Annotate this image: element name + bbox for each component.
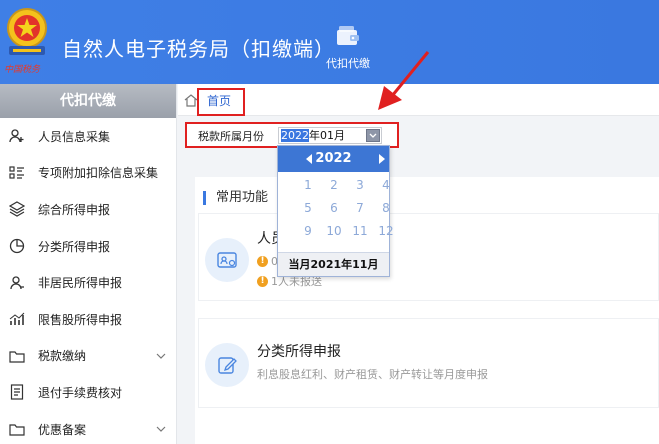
sidebar-item-label: 专项附加扣除信息采集: [38, 166, 159, 181]
sidebar-item-nonresident-income[interactable]: 非居民所得申报: [0, 264, 176, 301]
sidebar-item-label: 税款缴纳: [38, 349, 87, 364]
sidebar: 代扣代缴 人员信息采集 专项附加扣除信息采集 综合所得申报 分类所得申报 非居民…: [0, 84, 177, 444]
edit-icon: [218, 357, 237, 374]
tax-period-month: 年01月: [309, 129, 345, 142]
sidebar-item-label: 限售股所得申报: [38, 312, 123, 327]
personnel-info-card[interactable]: 人员 ! 0 ! 1人未报送: [198, 213, 659, 301]
warning-icon: !: [257, 256, 268, 267]
sidebar-item-personnel-info[interactable]: 人员信息采集: [0, 118, 176, 155]
warning-icon: !: [257, 275, 268, 287]
sidebar-item-refund-fee[interactable]: 退付手续费核对: [0, 374, 176, 411]
picker-month[interactable]: 3: [348, 178, 372, 192]
app-window: 中国税务 自然人电子税务局（扣缴端） 代扣代缴 代扣代缴 人员信息采集 专项附加…: [0, 0, 659, 444]
tax-period-label: 税款所属月份: [198, 130, 264, 143]
picker-month[interactable]: 8: [374, 201, 398, 215]
person-icon: [10, 276, 24, 289]
sidebar-item-classified-income[interactable]: 分类所得申报: [0, 228, 176, 265]
tax-period-year-selected: 2022: [281, 129, 309, 142]
pie-chart-icon: [9, 238, 25, 254]
emblem-motto: 中国税务: [4, 65, 41, 75]
card-description: 利息股息红利、财产租赁、财产转让等月度申报: [257, 368, 488, 381]
chevron-down-icon: [369, 133, 377, 138]
sidebar-item-label: 退付手续费核对: [38, 385, 123, 400]
home-icon[interactable]: [184, 93, 198, 107]
card-icon-bg: [205, 238, 249, 282]
tax-period-input[interactable]: 2022年01月: [278, 127, 382, 144]
annotation-arrow-icon: [378, 51, 430, 110]
picker-month[interactable]: 9: [296, 224, 320, 238]
panel-title: 常用功能: [203, 191, 268, 205]
picker-month[interactable]: 2: [322, 178, 346, 192]
layers-icon: [9, 201, 25, 218]
tax-emblem-icon: [7, 8, 47, 55]
picker-month[interactable]: 12: [374, 224, 398, 238]
sidebar-item-tax-payment[interactable]: 税款缴纳: [0, 338, 176, 375]
folder-icon: [9, 351, 25, 363]
folder-icon: [9, 424, 25, 436]
top-header: 中国税务 自然人电子税务局（扣缴端） 代扣代缴: [0, 0, 659, 84]
breadcrumb-home-link[interactable]: 首页: [197, 88, 245, 116]
common-functions-panel: 常用功能 人员 ! 0 ! 1人未报送 分类所得申报 利息股息红利、财产租赁、财…: [195, 177, 659, 444]
picker-prev-year-icon[interactable]: [306, 154, 312, 164]
main-content: 首页 税款所属月份 2022年01月 常用功能 人员 ! 0 ! 1人未报送 分…: [178, 84, 659, 444]
picker-month[interactable]: 11: [348, 224, 372, 238]
picker-current-month-button[interactable]: 当月2021年11月: [278, 252, 389, 276]
person-add-icon: [9, 129, 24, 143]
sidebar-item-label: 综合所得申报: [38, 202, 111, 217]
chevron-down-icon[interactable]: [156, 424, 166, 434]
picker-next-year-icon[interactable]: [379, 154, 385, 164]
picker-year[interactable]: 2022: [278, 151, 389, 166]
card-warning-row: ! 0: [257, 255, 278, 268]
document-icon: [10, 384, 24, 401]
sidebar-item-special-deduction[interactable]: 专项附加扣除信息采集: [0, 155, 176, 192]
list-icon: [9, 166, 24, 179]
sidebar-item-label: 分类所得申报: [38, 239, 111, 254]
sidebar-item-label: 非居民所得申报: [38, 276, 123, 291]
sidebar-item-restricted-shares[interactable]: 限售股所得申报: [0, 301, 176, 338]
picker-month[interactable]: 6: [322, 201, 346, 215]
sidebar-item-comprehensive-income[interactable]: 综合所得申报: [0, 191, 176, 228]
wallet-icon: [337, 26, 359, 45]
classified-income-card[interactable]: 分类所得申报 利息股息红利、财产租赁、财产转让等月度申报: [198, 318, 659, 408]
picker-month[interactable]: 5: [296, 201, 320, 215]
picker-month[interactable]: 4: [374, 178, 398, 192]
app-title: 自然人电子税务局（扣缴端）: [62, 37, 335, 61]
id-card-icon: [217, 252, 237, 268]
picker-month[interactable]: 7: [348, 201, 372, 215]
picker-month[interactable]: 1: [296, 178, 320, 192]
chevron-down-icon[interactable]: [156, 351, 166, 361]
sidebar-heading: 代扣代缴: [0, 84, 176, 118]
card-title: 分类所得申报: [257, 344, 341, 360]
bar-chart-icon: [9, 312, 25, 326]
sidebar-item-label: 人员信息采集: [38, 129, 111, 144]
sidebar-item-preferential-filing[interactable]: 优惠备案: [0, 411, 176, 444]
period-dropdown-button[interactable]: [366, 129, 380, 142]
picker-header: 2022: [278, 146, 389, 172]
month-picker-popup: 2022 1 2 3 4 5 6 7 8 9 10 11 12 当月2021年1…: [277, 145, 394, 277]
card-icon-bg: [205, 343, 249, 387]
picker-month[interactable]: 10: [322, 224, 346, 238]
sidebar-item-label: 优惠备案: [38, 422, 87, 437]
